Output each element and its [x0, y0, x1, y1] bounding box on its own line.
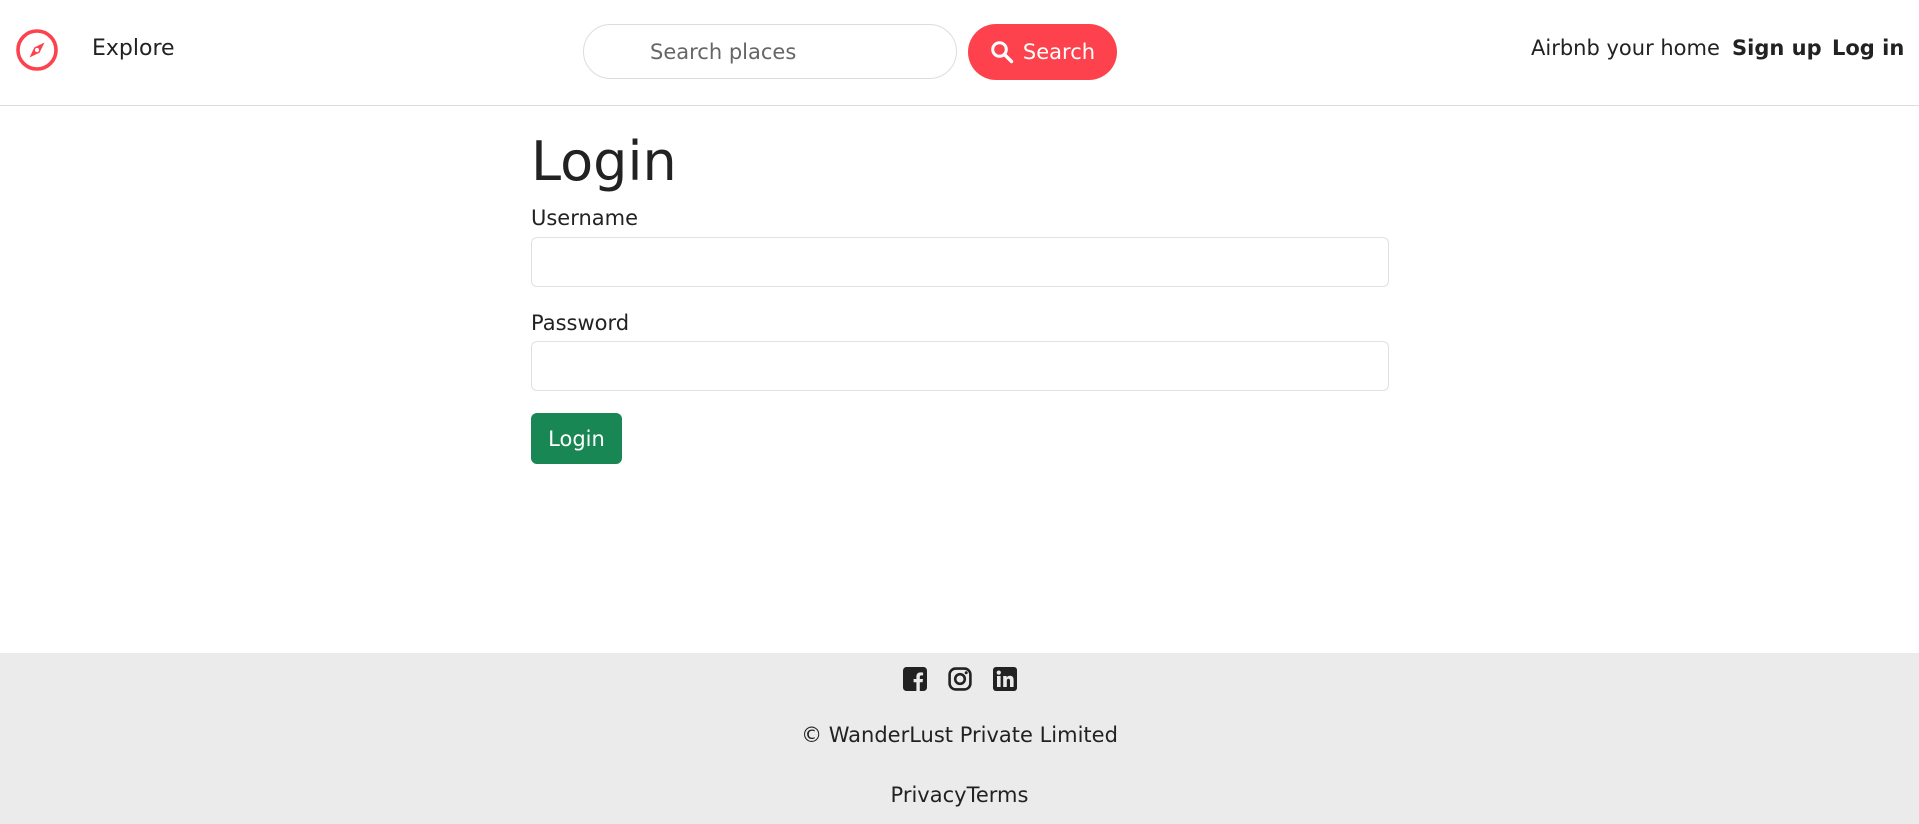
username-field[interactable]: [531, 237, 1389, 287]
password-field[interactable]: [531, 341, 1389, 391]
username-label: Username: [531, 206, 639, 230]
magnifier-icon: [990, 40, 1014, 64]
copyright-text: © WanderLust Private Limited: [801, 723, 1118, 747]
footer: © WanderLust Private Limited PrivacyTerm…: [0, 653, 1919, 824]
privacy-link[interactable]: Privacy: [891, 783, 967, 807]
navbar: Explore Search Airbnb your home Sign up …: [0, 0, 1919, 106]
search-button-label: Search: [1022, 40, 1096, 64]
password-label: Password: [531, 311, 630, 335]
page-title: Login: [531, 130, 677, 193]
social-links: [0, 667, 1919, 691]
nav-login-link[interactable]: Log in: [1832, 36, 1904, 60]
nav-signup-link[interactable]: Sign up: [1732, 36, 1822, 60]
facebook-icon[interactable]: [902, 667, 927, 691]
instagram-icon[interactable]: [947, 667, 972, 691]
search-input[interactable]: [583, 24, 957, 79]
nav-explore-link[interactable]: Explore: [92, 36, 175, 61]
linkedin-icon[interactable]: [992, 667, 1017, 691]
login-button[interactable]: Login: [531, 413, 622, 464]
terms-link[interactable]: Terms: [967, 783, 1029, 807]
footer-links: PrivacyTerms: [0, 783, 1919, 807]
search-button[interactable]: Search: [968, 24, 1117, 80]
nav-host-link[interactable]: Airbnb your home: [1531, 36, 1720, 60]
compass-icon[interactable]: [15, 28, 59, 72]
